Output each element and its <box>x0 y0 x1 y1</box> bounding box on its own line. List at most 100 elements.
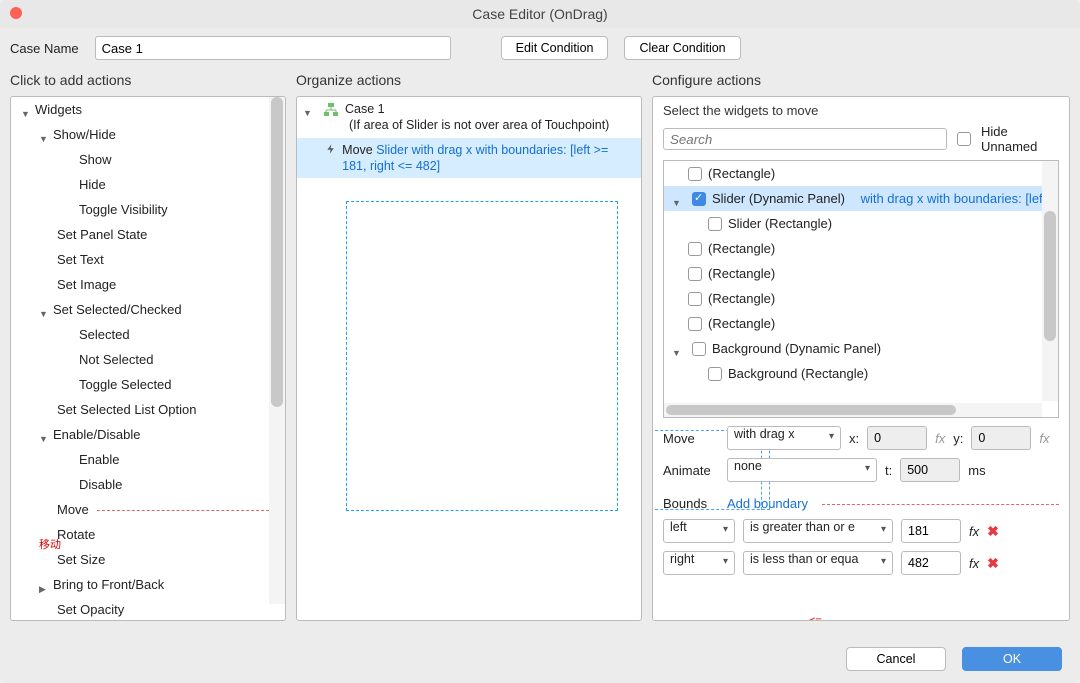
ok-button[interactable]: OK <box>962 647 1062 671</box>
case-name-input[interactable] <box>95 36 451 60</box>
checkbox[interactable] <box>708 367 722 381</box>
animate-select[interactable]: none <box>727 458 877 482</box>
widget-slider-rect[interactable]: Slider (Rectangle) <box>664 211 1058 236</box>
case-header[interactable]: Case 1 (If area of Slider is not over ar… <box>297 97 641 138</box>
flowchart-icon <box>323 103 339 117</box>
chevron-down-icon[interactable] <box>21 105 31 115</box>
widget-bg-dp[interactable]: Background (Dynamic Panel) <box>664 336 1058 361</box>
checkbox[interactable] <box>692 192 706 206</box>
op-select[interactable]: is less than or equa <box>743 551 893 575</box>
action-selected[interactable]: Selected <box>11 322 285 347</box>
hint-box <box>346 201 618 511</box>
tree-bring-front-back[interactable]: Bring to Front/Back <box>11 572 285 597</box>
x-label: x: <box>849 431 859 446</box>
fx-icon[interactable]: fx <box>1039 431 1049 446</box>
scrollbar[interactable] <box>1042 161 1058 401</box>
search-input[interactable] <box>663 128 947 150</box>
widget-list: (Rectangle) Slider (Dynamic Panel) with … <box>663 160 1059 418</box>
boundary-value-input[interactable] <box>901 551 961 575</box>
move-label: Move <box>663 431 719 446</box>
action-set-text[interactable]: Set Text <box>11 247 285 272</box>
ms-label: ms <box>968 463 985 478</box>
chevron-right-icon[interactable] <box>39 580 49 590</box>
edge-select[interactable]: left <box>663 519 735 543</box>
fx-icon[interactable]: fx <box>935 431 945 446</box>
move-mode-select[interactable]: with drag x <box>727 426 841 450</box>
checkbox[interactable] <box>688 167 702 181</box>
action-not-selected[interactable]: Not Selected <box>11 347 285 372</box>
chevron-down-icon[interactable] <box>672 194 682 204</box>
annotation-lte: <= <box>809 615 822 621</box>
checkbox[interactable] <box>708 217 722 231</box>
case-condition: (If area of Slider is not over area of T… <box>345 117 609 133</box>
action-show[interactable]: Show <box>11 147 285 172</box>
action-move[interactable]: Move <box>11 497 285 522</box>
titlebar: Case Editor (OnDrag) <box>0 0 1080 28</box>
actions-column: Click to add actions Widgets Show/Hide S… <box>10 68 286 635</box>
widget-rect[interactable]: (Rectangle) <box>664 261 1058 286</box>
tree-enable-disable[interactable]: Enable/Disable <box>11 422 285 447</box>
scrollbar[interactable] <box>269 97 285 604</box>
y-input[interactable] <box>971 426 1031 450</box>
delete-icon[interactable]: ✖ <box>987 555 999 572</box>
move-action-row[interactable]: Move Slider with drag x with boundaries:… <box>297 138 641 179</box>
fx-icon[interactable]: fx <box>969 556 979 571</box>
action-set-panel-state[interactable]: Set Panel State <box>11 222 285 247</box>
action-hide[interactable]: Hide <box>11 172 285 197</box>
checkbox[interactable] <box>692 342 706 356</box>
hide-unnamed-checkbox[interactable] <box>957 132 971 146</box>
add-boundary-link[interactable]: Add boundary <box>727 496 808 511</box>
h-scrollbar[interactable] <box>664 403 1042 417</box>
tree-widgets[interactable]: Widgets <box>11 97 285 122</box>
y-label: y: <box>953 431 963 446</box>
hide-unnamed-label: Hide Unnamed <box>981 124 1059 154</box>
fx-icon[interactable]: fx <box>969 524 979 539</box>
configure-header: Configure actions <box>652 68 1070 96</box>
action-set-selected-list[interactable]: Set Selected List Option <box>11 397 285 422</box>
chevron-down-icon[interactable] <box>39 305 49 315</box>
action-set-opacity[interactable]: Set Opacity <box>11 597 285 621</box>
checkbox[interactable] <box>688 317 702 331</box>
action-toggle-visibility[interactable]: Toggle Visibility <box>11 197 285 222</box>
widget-rect[interactable]: (Rectangle) <box>664 161 1058 186</box>
bounds-header-row: Bounds Add boundary <box>663 496 1059 511</box>
tree-selected-checked[interactable]: Set Selected/Checked <box>11 297 285 322</box>
tree-showhide[interactable]: Show/Hide <box>11 122 285 147</box>
edge-select[interactable]: right <box>663 551 735 575</box>
x-input[interactable] <box>867 426 927 450</box>
checkbox[interactable] <box>688 242 702 256</box>
move-config-row: Move with drag x x: fx y: fx <box>663 426 1059 450</box>
chevron-down-icon[interactable] <box>39 130 49 140</box>
delete-icon[interactable]: ✖ <box>987 523 999 540</box>
action-toggle-selected[interactable]: Toggle Selected <box>11 372 285 397</box>
action-enable[interactable]: Enable <box>11 447 285 472</box>
boundary-row-1: left is greater than or e fx ✖ <box>663 519 1059 543</box>
checkbox[interactable] <box>688 292 702 306</box>
action-set-image[interactable]: Set Image <box>11 272 285 297</box>
widget-rect[interactable]: (Rectangle) <box>664 236 1058 261</box>
clear-condition-button[interactable]: Clear Condition <box>624 36 740 60</box>
bolt-icon <box>325 142 336 156</box>
actions-panel: Widgets Show/Hide Show Hide Toggle Visib… <box>10 96 286 621</box>
t-input[interactable] <box>900 458 960 482</box>
window-title: Case Editor (OnDrag) <box>472 6 607 22</box>
widget-rect[interactable]: (Rectangle) <box>664 311 1058 336</box>
widget-rect[interactable]: (Rectangle) <box>664 286 1058 311</box>
action-set-size[interactable]: Set Size <box>11 547 285 572</box>
widget-slider-dp[interactable]: Slider (Dynamic Panel) with drag x with … <box>664 186 1058 211</box>
action-disable[interactable]: Disable <box>11 472 285 497</box>
chevron-down-icon[interactable] <box>39 430 49 440</box>
action-rotate[interactable]: Rotate <box>11 522 285 547</box>
edit-condition-button[interactable]: Edit Condition <box>501 36 609 60</box>
chevron-down-icon[interactable] <box>303 104 313 114</box>
boundary-value-input[interactable] <box>901 519 961 543</box>
boundary-row-2: right is less than or equa fx ✖ <box>663 551 1059 575</box>
op-select[interactable]: is greater than or e <box>743 519 893 543</box>
close-icon[interactable] <box>10 7 22 19</box>
actions-header: Click to add actions <box>10 68 286 96</box>
chevron-down-icon[interactable] <box>672 344 682 354</box>
footer: Cancel OK <box>0 635 1080 683</box>
widget-bg-rect[interactable]: Background (Rectangle) <box>664 361 1058 386</box>
checkbox[interactable] <box>688 267 702 281</box>
cancel-button[interactable]: Cancel <box>846 647 946 671</box>
